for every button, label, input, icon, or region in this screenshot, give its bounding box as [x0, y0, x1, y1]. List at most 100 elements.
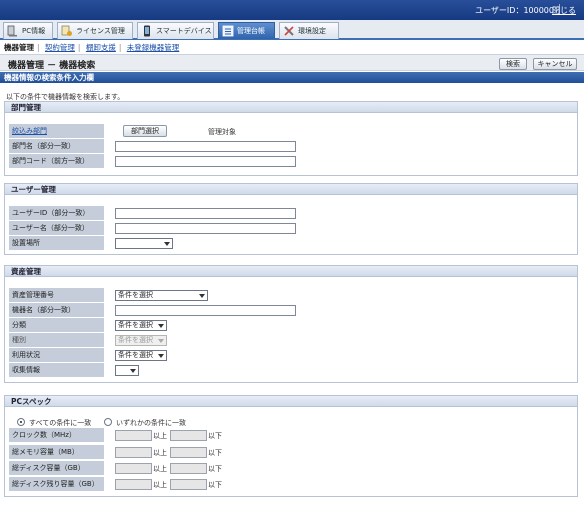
dept-name-label: 部門名（部分一致）	[9, 139, 104, 153]
disk-label: 総ディスク容量（GB）	[9, 461, 104, 475]
settings-icon	[284, 26, 294, 36]
dept-panel-title: 部門管理	[5, 102, 577, 113]
below-text: 以下	[208, 465, 222, 473]
below-text: 以下	[208, 449, 222, 457]
usage-select[interactable]: 条件を選択	[115, 350, 167, 361]
location-label: 設置場所	[9, 236, 104, 250]
device-name-input[interactable]	[115, 305, 296, 316]
user-name-row: ユーザー名（部分一致）	[9, 221, 574, 235]
user-panel-title: ユーザー管理	[5, 184, 577, 195]
disk-min-input[interactable]	[115, 463, 152, 474]
page-header: 機器管理 － 機器検索 検索 キャンセル	[0, 54, 584, 71]
tab-smart-device[interactable]: スマートデバイス	[137, 22, 214, 39]
subnav-link-inventory[interactable]: 棚卸支援	[86, 43, 116, 52]
device-name-row: 機器名（部分一致）	[9, 303, 574, 317]
disk-max-input[interactable]	[170, 463, 207, 474]
disk-free-max-input[interactable]	[170, 479, 207, 490]
chevron-down-icon	[164, 242, 170, 246]
user-id-input[interactable]	[115, 208, 296, 219]
memory-max-input[interactable]	[170, 447, 207, 458]
disk-free-min-input[interactable]	[115, 479, 152, 490]
collect-select[interactable]	[115, 365, 139, 376]
tab-pc-info[interactable]: PC情報	[3, 22, 53, 39]
pcspec-panel: PCスペック すべての条件に一致 いずれかの条件に一致 クロック数（MHz） 以…	[4, 395, 578, 497]
spec-row: 総ディスク残り容量（GB） 以上 以下	[9, 477, 574, 491]
subnav-divider: |	[77, 43, 81, 52]
above-text: 以上	[153, 449, 167, 457]
asset-panel: 資産管理 資産管理番号 条件を選択 機器名（部分一致） 分類 条件を選択 種別 …	[4, 265, 578, 383]
radio-match-all[interactable]	[17, 418, 25, 426]
top-bar: ユーザーID：100000 閉じる	[0, 0, 584, 20]
tab-settings[interactable]: 環境設定	[279, 22, 339, 39]
tab-license[interactable]: ライセンス管理	[57, 22, 133, 39]
dept-code-label: 部門コード（前方一致）	[9, 154, 104, 168]
location-select[interactable]	[115, 238, 173, 249]
user-panel: ユーザー管理 ユーザーID（部分一致） ユーザー名（部分一致） 設置場所	[4, 183, 578, 255]
clock-label: クロック数（MHz）	[9, 428, 104, 442]
collect-row: 収集情報	[9, 363, 574, 377]
device-name-label: 機器名（部分一致）	[9, 303, 104, 317]
subnav-current: 機器管理	[4, 43, 34, 52]
dept-code-row: 部門コード（前方一致）	[9, 154, 574, 168]
page-title: 機器管理 － 機器検索	[8, 61, 96, 71]
radio-match-all-label: すべての条件に一致	[29, 419, 92, 427]
logout-link[interactable]: 閉じる	[552, 5, 576, 16]
user-name-input[interactable]	[115, 223, 296, 234]
pc-icon	[7, 25, 17, 37]
below-text: 以下	[208, 481, 222, 489]
memory-min-input[interactable]	[115, 447, 152, 458]
dept-filter-row: 絞込み部門 部門選択 管理対象	[9, 124, 574, 138]
spec-row: 総ディスク容量（GB） 以上 以下	[9, 461, 574, 475]
type-row: 種別 条件を選択	[9, 333, 574, 347]
cancel-button[interactable]: キャンセル	[533, 58, 577, 70]
user-id-row: ユーザーID（部分一致）	[9, 206, 574, 220]
user-id-field-label: ユーザーID（部分一致）	[9, 206, 104, 220]
ledger-icon	[222, 25, 234, 37]
disk-free-label: 総ディスク残り容量（GB）	[9, 477, 104, 491]
usage-label: 利用状況	[9, 348, 104, 362]
type-select: 条件を選択	[115, 335, 167, 346]
dept-name-row: 部門名（部分一致）	[9, 139, 574, 153]
spec-row: 総メモリ容量（MB） 以上 以下	[9, 445, 574, 459]
subnav-divider: |	[118, 43, 122, 52]
collect-label: 収集情報	[9, 363, 104, 377]
above-text: 以上	[153, 481, 167, 489]
main-tabs: PC情報 ライセンス管理 スマートデバイス 管理台帳 環境設定	[0, 20, 584, 40]
below-text: 以下	[208, 432, 222, 440]
spec-row: クロック数（MHz） 以上 以下	[9, 428, 574, 442]
memory-label: 総メモリ容量（MB）	[9, 445, 104, 459]
clock-max-input[interactable]	[170, 430, 207, 441]
asset-number-select[interactable]: 条件を選択	[115, 290, 208, 301]
tab-ledger[interactable]: 管理台帳	[218, 22, 275, 39]
dept-filter-label[interactable]: 絞込み部門	[9, 124, 104, 138]
managed-target-text: 管理対象	[208, 128, 236, 136]
subnav-link-unregistered[interactable]: 未登録機器管理	[127, 43, 180, 52]
location-row: 設置場所	[9, 236, 574, 250]
asset-number-row: 資産管理番号 条件を選択	[9, 288, 574, 302]
usage-row: 利用状況 条件を選択	[9, 348, 574, 362]
above-text: 以上	[153, 465, 167, 473]
above-text: 以上	[153, 432, 167, 440]
radio-match-any-label: いずれかの条件に一致	[116, 419, 186, 427]
asset-number-label: 資産管理番号	[9, 288, 104, 302]
chevron-down-icon	[199, 294, 205, 298]
asset-panel-title: 資産管理	[5, 266, 577, 277]
subnav-link-contract[interactable]: 契約管理	[45, 43, 75, 52]
radio-match-any[interactable]	[104, 418, 112, 426]
smartdevice-icon	[144, 25, 150, 37]
dept-panel: 部門管理 絞込み部門 部門選択 管理対象 部門名（部分一致） 部門コード（前方一…	[4, 101, 578, 176]
dept-code-input[interactable]	[115, 156, 296, 167]
category-select[interactable]: 条件を選択	[115, 320, 167, 331]
chevron-down-icon	[158, 339, 164, 343]
section-title: 機器情報の検索条件入力欄	[0, 72, 584, 83]
category-label: 分類	[9, 318, 104, 332]
pcspec-panel-title: PCスペック	[5, 396, 577, 407]
chevron-down-icon	[130, 369, 136, 373]
chevron-down-icon	[158, 324, 164, 328]
user-name-label: ユーザー名（部分一致）	[9, 221, 104, 235]
dept-name-input[interactable]	[115, 141, 296, 152]
type-label: 種別	[9, 333, 104, 347]
dept-select-button[interactable]: 部門選択	[123, 125, 167, 137]
search-button[interactable]: 検索	[499, 58, 527, 70]
clock-min-input[interactable]	[115, 430, 152, 441]
